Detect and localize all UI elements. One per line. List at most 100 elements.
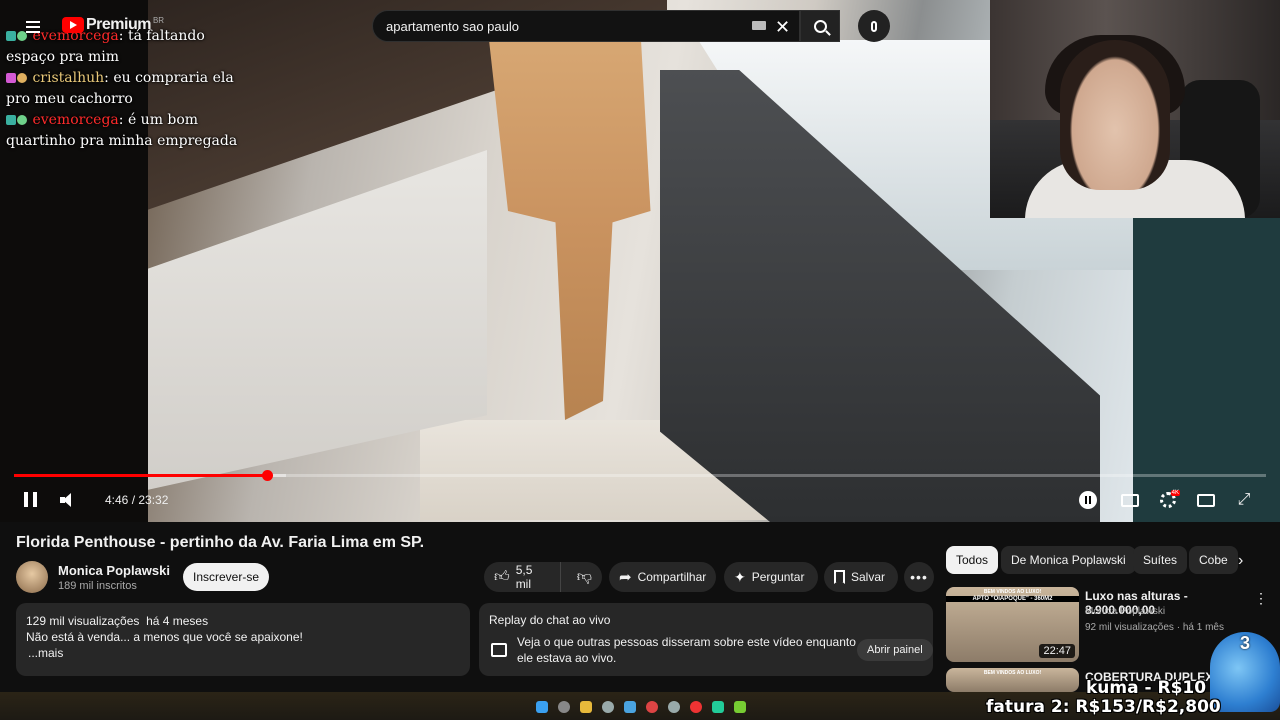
- share-icon: ➦: [619, 569, 632, 586]
- thumbnail-caption: BEM VINDOS AO LUXO!: [983, 589, 1042, 595]
- logo-region: BR: [152, 16, 165, 25]
- chat-icon: [491, 643, 507, 657]
- progress-bar[interactable]: [14, 474, 1266, 477]
- gear-icon: 4K: [1160, 490, 1180, 508]
- share-label: Compartilhar: [637, 570, 707, 584]
- played-bar: [14, 474, 267, 477]
- invoice-label: fatura 2: R$153/R$2,800: [986, 697, 1221, 717]
- mascot-number: 3: [1240, 633, 1251, 653]
- view-count: 129 mil visualizações: [26, 614, 140, 628]
- search-button[interactable]: [800, 10, 840, 42]
- chat-replay-box: Replay do chat ao vivo Veja o que outras…: [479, 603, 933, 676]
- logo-text: Premium: [86, 16, 151, 33]
- windows-start-icon[interactable]: [536, 701, 548, 713]
- search-input[interactable]: apartamento sao paulo: [372, 10, 800, 42]
- scrubber-handle[interactable]: [261, 470, 273, 481]
- subscribe-button[interactable]: Inscrever-se: [183, 563, 269, 591]
- like-button[interactable]: 👍︎ 5,5 mil: [484, 562, 561, 592]
- description-box[interactable]: 129 mil visualizações há 4 meses Não est…: [16, 603, 470, 676]
- chat-replay-title: Replay do chat ao vivo: [489, 613, 611, 627]
- chip-cobertura[interactable]: Cobe: [1189, 546, 1238, 574]
- ask-label: Perguntar: [751, 570, 805, 584]
- dislike-button[interactable]: 👎︎: [567, 568, 602, 586]
- badge-icon: [17, 73, 27, 83]
- mic-icon: [871, 20, 877, 32]
- menu-icon[interactable]: [26, 18, 40, 34]
- volume-icon[interactable]: [60, 492, 78, 508]
- thumbs-down-icon: 👎︎: [576, 568, 592, 585]
- captions-icon: [1121, 493, 1139, 507]
- chevron-right-icon[interactable]: ›: [1238, 552, 1243, 570]
- autoplay-icon: [1079, 491, 1097, 509]
- chip-from-channel[interactable]: De Monica Poplawski: [1001, 546, 1136, 574]
- voice-search-button[interactable]: [858, 10, 890, 42]
- app-icon[interactable]: [602, 701, 614, 713]
- time-display: 4:46 / 23:32: [105, 493, 169, 507]
- chat-replay-text: Veja o que outras pessoas disseram sobre…: [517, 635, 856, 665]
- sparkle-icon: ✦: [734, 568, 746, 585]
- captions-button[interactable]: [1119, 490, 1141, 510]
- filter-chips: Todos De Monica Poplawski Suítes Cobe: [946, 546, 1264, 574]
- share-button[interactable]: ➦ Compartilhar: [609, 562, 716, 592]
- thumbnail-caption: BEM VINDOS AO LUXO!: [983, 670, 1042, 676]
- miniplayer-icon: [1197, 493, 1215, 507]
- recommendation-stats: 92 mil visualizações · há 1 mês: [1085, 622, 1224, 633]
- like-dislike-group: 👍︎ 5,5 mil 👎︎: [484, 562, 602, 592]
- description-text: Não está à venda... a menos que você se …: [26, 630, 303, 644]
- search-icon: [813, 19, 827, 33]
- recommendation-channel[interactable]: Monica Poplawski: [1085, 606, 1165, 617]
- chat-message: cristalhuh: eu compraria ela pro meu cac…: [6, 70, 234, 107]
- like-count: 5,5 mil: [515, 563, 533, 591]
- app-icon[interactable]: [624, 701, 636, 713]
- channel-avatar[interactable]: [16, 561, 48, 593]
- chip-suites[interactable]: Suítes: [1133, 546, 1188, 574]
- recommendation-thumbnail[interactable]: BEM VINDOS AO LUXO!: [946, 668, 1079, 692]
- youtube-logo[interactable]: Premium BR: [62, 16, 164, 34]
- subscriber-count: 189 mil inscritos: [58, 580, 137, 592]
- recommendation-age: há 1 mês: [1182, 622, 1224, 633]
- badge-icon: [6, 73, 16, 83]
- more-icon: •••: [910, 569, 928, 585]
- screen: evemorcega: tá faltando espaço pra mim c…: [0, 0, 1280, 720]
- clear-search-icon[interactable]: ✕: [775, 17, 790, 38]
- autoplay-toggle[interactable]: [1077, 490, 1099, 510]
- app-icon[interactable]: [646, 701, 658, 713]
- pause-button[interactable]: [24, 492, 38, 507]
- save-label: Salvar: [851, 570, 886, 584]
- webcam-overlay: [990, 0, 1280, 218]
- chat-username: cristalhuh: [32, 70, 105, 86]
- chat-message: evemorcega: é um bom quartinho pra minha…: [6, 112, 238, 149]
- chip-all[interactable]: Todos: [946, 546, 999, 574]
- kebab-menu-icon[interactable]: ⋮: [1254, 590, 1268, 607]
- badge-icon: [6, 115, 16, 125]
- thumbs-up-icon: 👍︎: [494, 568, 510, 585]
- fullscreen-icon: ⤢: [1237, 491, 1251, 508]
- youtube-play-icon: [62, 17, 84, 33]
- video-duration: 22:47: [1039, 644, 1075, 658]
- goal-label: kuma - R$10: [1086, 678, 1207, 698]
- thumbnail-caption: APTO "OIAPOQUE" - 360M2: [946, 596, 1079, 602]
- folder-icon[interactable]: [580, 701, 592, 713]
- app-icon[interactable]: [712, 701, 724, 713]
- description-more[interactable]: ...mais: [28, 645, 460, 661]
- fullscreen-button[interactable]: ⤢: [1233, 490, 1255, 510]
- channel-name[interactable]: Monica Poplawski: [58, 563, 170, 578]
- app-icon[interactable]: [734, 701, 746, 713]
- app-icon[interactable]: [668, 701, 680, 713]
- more-actions-button[interactable]: •••: [904, 562, 934, 592]
- keyboard-icon[interactable]: [752, 21, 766, 30]
- youtube-taskbar-icon[interactable]: [690, 701, 702, 713]
- webcam-face: [1060, 40, 1170, 190]
- settings-button[interactable]: 4K: [1157, 490, 1180, 510]
- miniplayer-button[interactable]: [1195, 490, 1217, 510]
- upload-age: há 4 meses: [146, 614, 209, 628]
- ask-button[interactable]: ✦ Perguntar: [724, 562, 818, 592]
- chat-username: evemorcega: [32, 112, 119, 128]
- open-panel-button[interactable]: Abrir painel: [857, 639, 933, 661]
- search-taskbar-icon[interactable]: [558, 701, 570, 713]
- video-title: Florida Penthouse - pertinho da Av. Fari…: [16, 534, 425, 551]
- recommendation-thumbnail[interactable]: BEM VINDOS AO LUXO! APTO "OIAPOQUE" - 36…: [946, 587, 1079, 662]
- bookmark-icon: [834, 570, 845, 584]
- save-button[interactable]: Salvar: [824, 562, 898, 592]
- search-value: apartamento sao paulo: [386, 18, 519, 34]
